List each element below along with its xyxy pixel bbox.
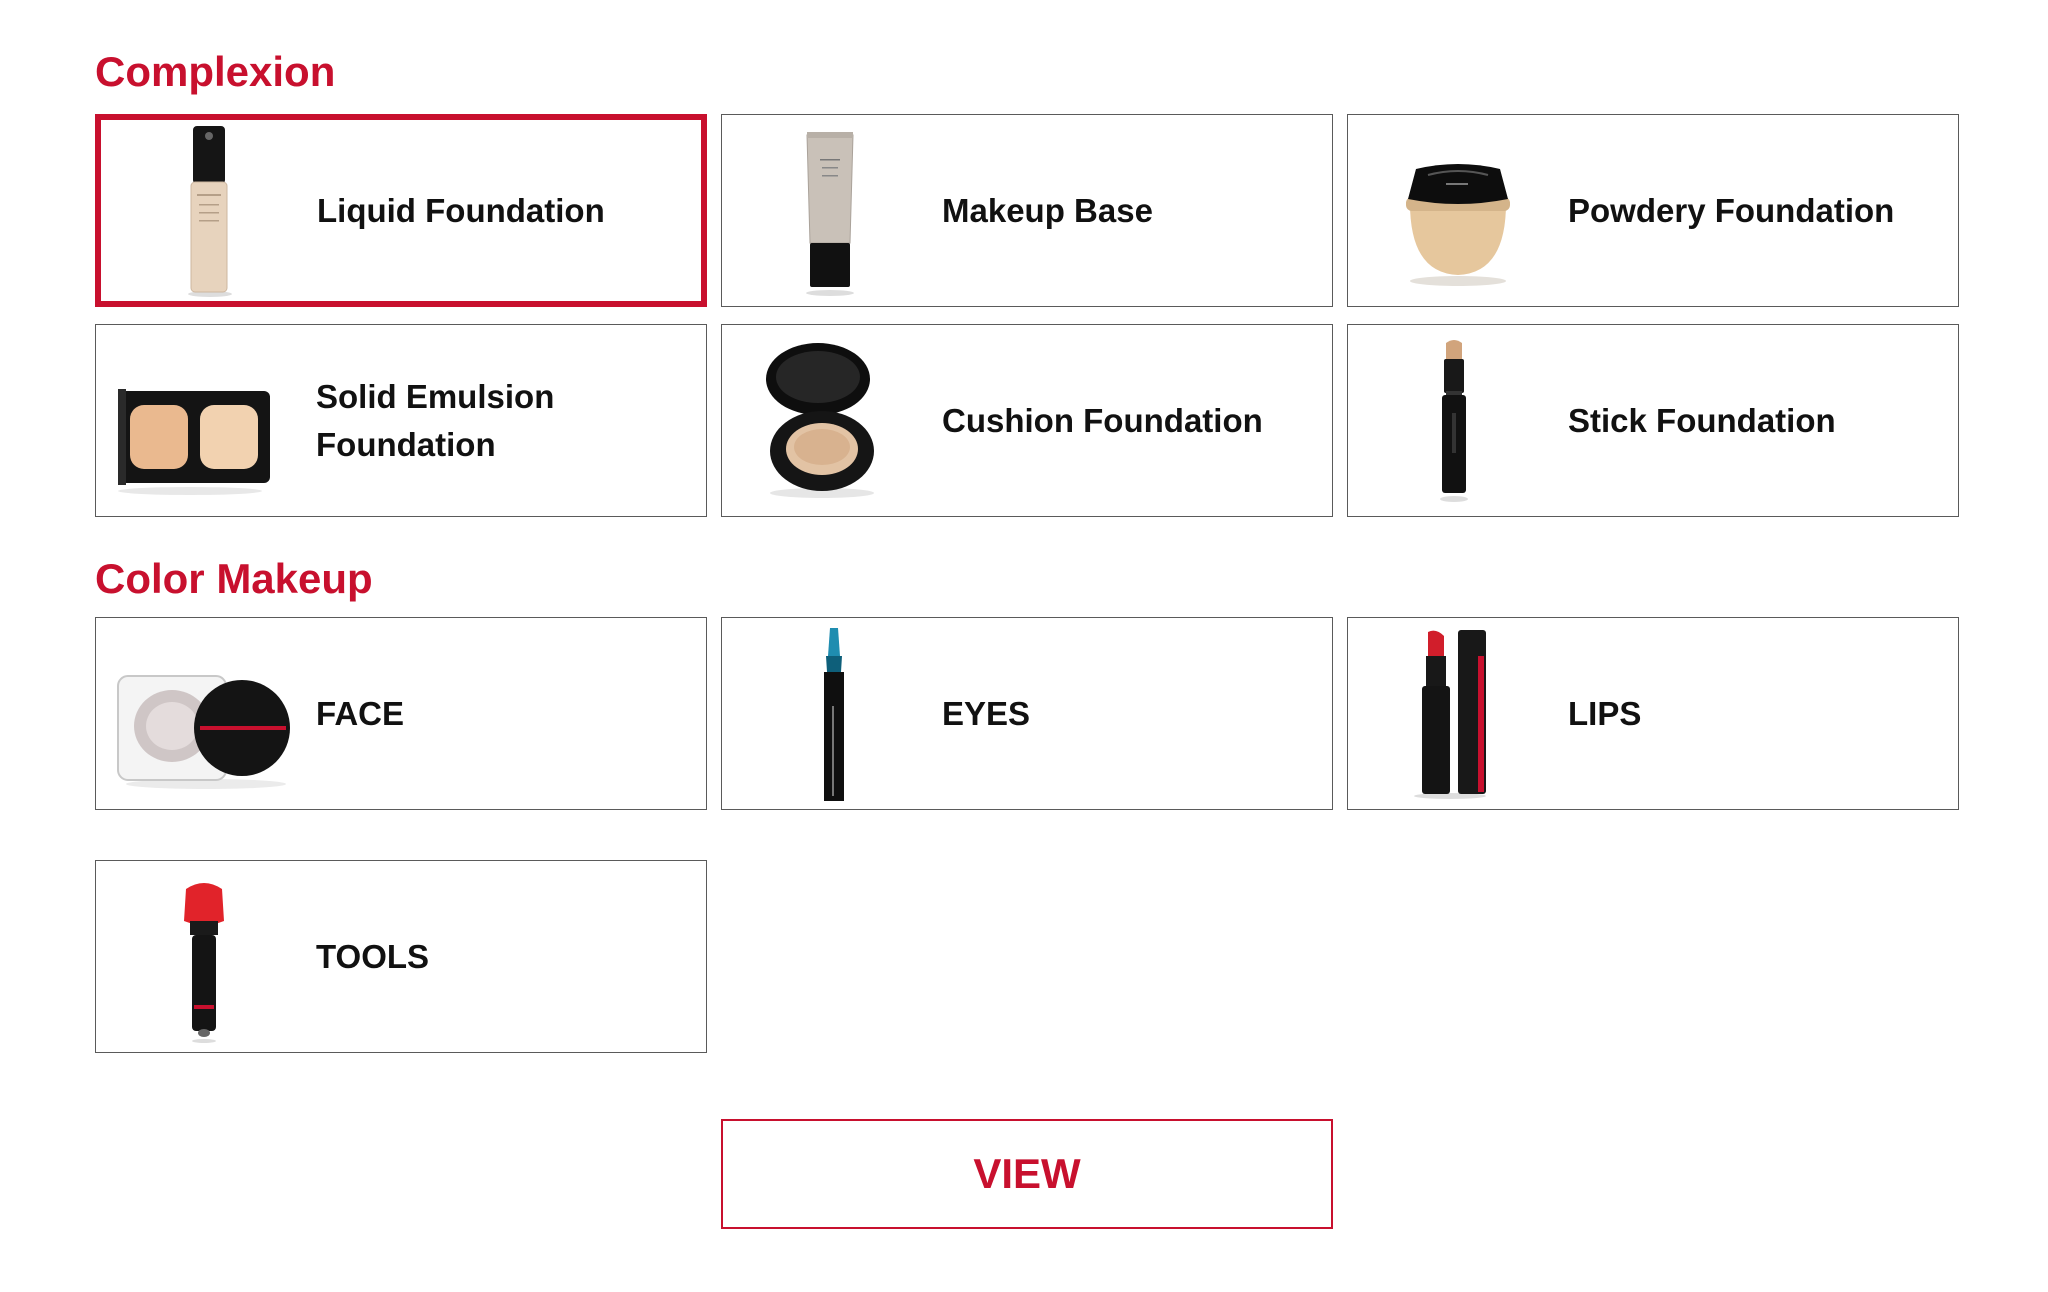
category-card-cushion-foundation[interactable]: Cushion Foundation — [721, 324, 1333, 517]
view-button[interactable]: VIEW — [721, 1119, 1333, 1229]
lipstick-icon — [1366, 626, 1550, 801]
category-card-stick-foundation[interactable]: Stick Foundation — [1347, 324, 1959, 517]
category-label: LIPS — [1568, 694, 1642, 732]
category-card-tools[interactable]: TOOLS — [95, 860, 707, 1053]
category-card-powdery-foundation[interactable]: Powdery Foundation — [1347, 114, 1959, 307]
section-title-complexion: Complexion — [95, 48, 336, 95]
category-card-liquid-foundation[interactable]: Liquid Foundation — [95, 114, 707, 307]
liquid-foundation-bottle-icon — [115, 124, 299, 299]
brush-icon — [114, 869, 298, 1044]
category-label: FACE — [316, 694, 405, 732]
category-card-lips[interactable]: LIPS — [1347, 617, 1959, 810]
cushion-compact-icon — [740, 333, 924, 508]
makeup-base-tube-icon — [740, 123, 924, 298]
category-card-solid-emulsion-foundation[interactable]: Solid Emulsion Foundation — [95, 324, 707, 517]
category-card-face[interactable]: FACE — [95, 617, 707, 810]
powder-compact-icon — [1366, 123, 1550, 298]
foundation-stick-icon — [1366, 333, 1550, 508]
category-label: Stick Foundation — [1568, 401, 1836, 439]
category-label: Solid Emulsion Foundation — [316, 377, 555, 463]
category-label: TOOLS — [316, 937, 430, 975]
category-label: Liquid Foundation — [317, 191, 605, 229]
category-card-eyes[interactable]: EYES — [721, 617, 1333, 810]
section-title-color-makeup: Color Makeup — [95, 555, 373, 602]
emulsion-compact-icon — [114, 333, 298, 508]
category-card-makeup-base[interactable]: Makeup Base — [721, 114, 1333, 307]
category-label: EYES — [942, 694, 1031, 732]
eye-pencil-icon — [740, 626, 924, 801]
category-label: Cushion Foundation — [942, 401, 1263, 439]
highlighter-jar-icon — [114, 626, 298, 801]
category-label: Powdery Foundation — [1568, 191, 1895, 229]
category-label: Makeup Base — [942, 191, 1153, 229]
